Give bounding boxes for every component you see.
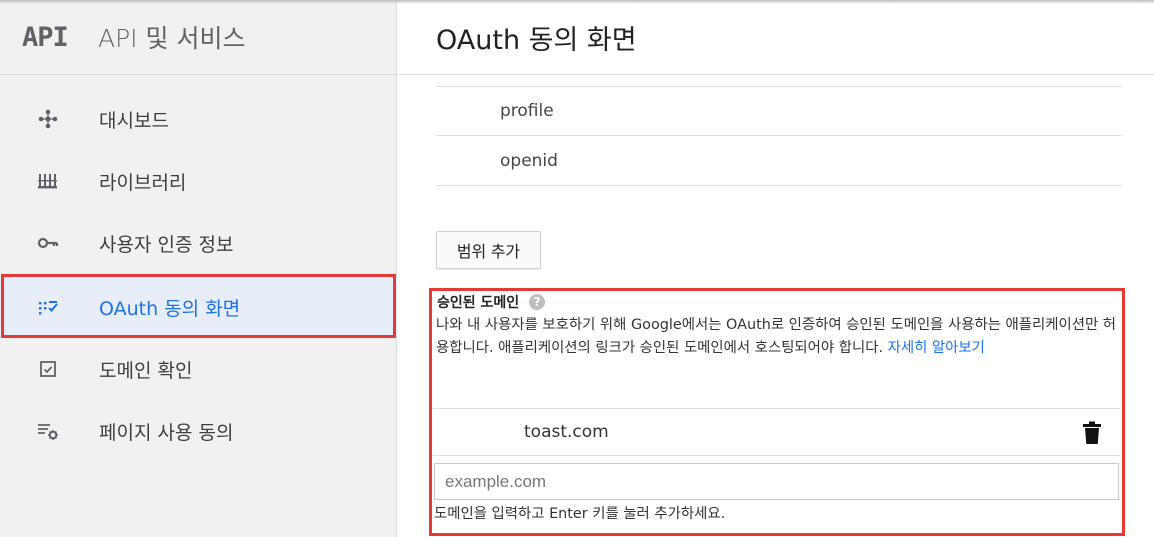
key-icon	[37, 237, 59, 249]
trash-icon[interactable]	[1082, 421, 1102, 445]
sidebar-item-page-usage-agreements[interactable]: 페이지 사용 동의	[0, 400, 397, 462]
domain-input-hint: 도메인을 입력하고 Enter 키를 눌러 추가하세요.	[434, 506, 726, 522]
sidebar-item-library[interactable]: 라이브러리	[0, 150, 397, 212]
sidebar-title: API 및 서비스	[98, 24, 246, 53]
sidebar-item-label: 대시보드	[99, 109, 169, 132]
oauth-consent-icon	[39, 301, 58, 315]
sidebar-item-label: 페이지 사용 동의	[99, 421, 234, 444]
authorized-domains-title: 승인된 도메인	[437, 295, 520, 311]
api-logo: API	[22, 21, 69, 53]
sidebar-item-label: 라이브러리	[99, 171, 187, 194]
settings-list-icon	[38, 424, 58, 440]
scope-row: profile	[436, 86, 1122, 136]
domain-name: toast.com	[524, 422, 609, 442]
authorized-domains-description: 나와 내 사용자를 보호하기 위해 Google에서는 OAuth로 인증하여 …	[436, 314, 1120, 360]
page-title: OAuth 동의 화면	[436, 24, 637, 56]
sidebar-item-domain-verification[interactable]: 도메인 확인	[0, 338, 397, 400]
sidebar-item-label: 사용자 인증 정보	[99, 233, 234, 256]
sidebar-item-label: OAuth 동의 화면	[99, 297, 241, 320]
scope-name: profile	[500, 100, 554, 121]
learn-more-link[interactable]: 자세히 알아보기	[888, 340, 985, 356]
domain-input[interactable]	[434, 463, 1119, 500]
description-text: 나와 내 사용자를 보호하기 위해 Google에서는 OAuth로 인증하여 …	[436, 317, 1117, 356]
sidebar-item-credentials[interactable]: 사용자 인증 정보	[0, 212, 397, 274]
sidebar-item-dashboard[interactable]: 대시보드	[0, 88, 397, 150]
add-scope-button[interactable]: 범위 추가	[436, 231, 541, 269]
scope-name: openid	[500, 150, 558, 171]
sidebar-header: API API 및 서비스	[0, 0, 396, 75]
authorized-domains-heading: 승인된 도메인 ?	[437, 292, 546, 312]
domain-row: toast.com	[432, 408, 1120, 456]
scope-row: openid	[436, 136, 1122, 186]
checkbox-icon	[40, 361, 56, 377]
sidebar-item-label: 도메인 확인	[99, 359, 193, 382]
library-icon	[38, 174, 57, 189]
top-shadow	[0, 0, 1154, 4]
dashboard-icon	[38, 109, 58, 129]
sidebar-item-oauth-consent[interactable]: OAuth 동의 화면	[0, 276, 397, 338]
help-icon[interactable]: ?	[529, 294, 546, 310]
main-header: OAuth 동의 화면	[398, 0, 1154, 75]
